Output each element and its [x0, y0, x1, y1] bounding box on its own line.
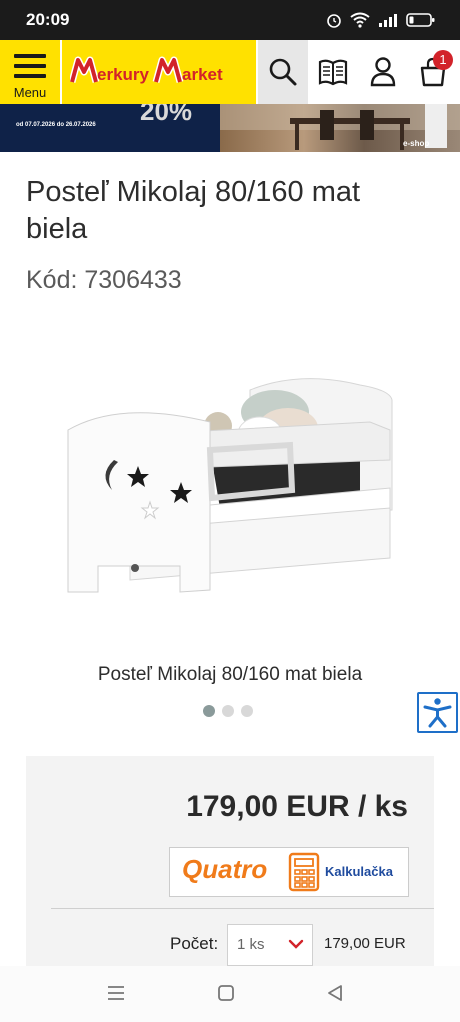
status-bar: 20:09 [0, 0, 460, 40]
quatro-calculator-button[interactable]: Quatro Kalkulačka [169, 847, 409, 897]
promo-banner[interactable]: 20% od 07.07.2026 do 26.07.2026 e-shop [0, 104, 460, 152]
banner-percent: 20% [140, 104, 193, 126]
gallery-pagination [203, 705, 253, 717]
hamburger-icon [14, 54, 46, 84]
image-caption: Posteľ Mikolaj 80/160 mat biela [97, 664, 363, 685]
banner-left-panel: 20% od 07.07.2026 do 26.07.2026 [0, 104, 220, 152]
status-icons [326, 10, 436, 30]
search-button[interactable] [258, 40, 308, 104]
status-time: 20:09 [26, 10, 70, 29]
menu-label: Menu [13, 85, 47, 100]
gallery-dot-1[interactable] [203, 705, 215, 717]
cart-count-badge: 1 [433, 50, 453, 70]
gallery-dot-3[interactable] [241, 705, 253, 717]
calculator-label: Kalkulačka [325, 864, 393, 879]
svg-text:erkury: erkury [97, 65, 150, 84]
site-logo[interactable]: erkury arket [62, 40, 256, 104]
product-image[interactable] [60, 330, 400, 640]
user-icon [370, 57, 396, 87]
search-icon [269, 58, 297, 86]
signal-icon [379, 14, 397, 27]
banner-dates: od 07.07.2026 do 26.07.2026 [16, 122, 96, 128]
wifi-icon [350, 12, 370, 28]
chevron-down-icon [288, 939, 304, 949]
site-header: Menu erkury arket 1 [0, 40, 460, 104]
book-icon [318, 59, 348, 86]
product-title: Posteľ Mikolaj 80/160 mat biela [26, 176, 361, 245]
battery-icon [406, 13, 435, 27]
quatro-logo: Quatro [182, 854, 267, 885]
quantity-value: 1 ks [237, 936, 265, 953]
accessibility-icon [419, 694, 456, 731]
quatro-brand-text: Quatro [182, 854, 268, 884]
catalog-button[interactable] [308, 40, 358, 104]
calculator-icon [288, 852, 320, 892]
recents-icon[interactable] [106, 984, 126, 1002]
alarm-icon [327, 14, 341, 28]
cart-button[interactable]: 1 [408, 40, 458, 104]
eshop-label: e-shop [403, 139, 430, 148]
system-nav-bar [0, 966, 460, 1022]
gallery-dot-2[interactable] [222, 705, 234, 717]
svg-text:arket: arket [182, 65, 223, 84]
merkury-logo: erkury arket [70, 56, 223, 84]
quantity-label: Počet: [170, 934, 219, 953]
account-button[interactable] [358, 40, 408, 104]
total-price: 179,00 EUR [324, 935, 406, 952]
quantity-select[interactable]: 1 ks [227, 924, 313, 966]
menu-button[interactable]: Menu [0, 40, 60, 104]
back-icon[interactable] [326, 984, 344, 1002]
product-price: 179,00 EUR / ks [186, 790, 408, 823]
accessibility-button[interactable] [417, 692, 458, 733]
bed-illustration [67, 378, 393, 593]
home-icon[interactable] [217, 984, 235, 1002]
product-code: Kód: 7306433 [26, 266, 182, 294]
price-divider [51, 908, 434, 909]
